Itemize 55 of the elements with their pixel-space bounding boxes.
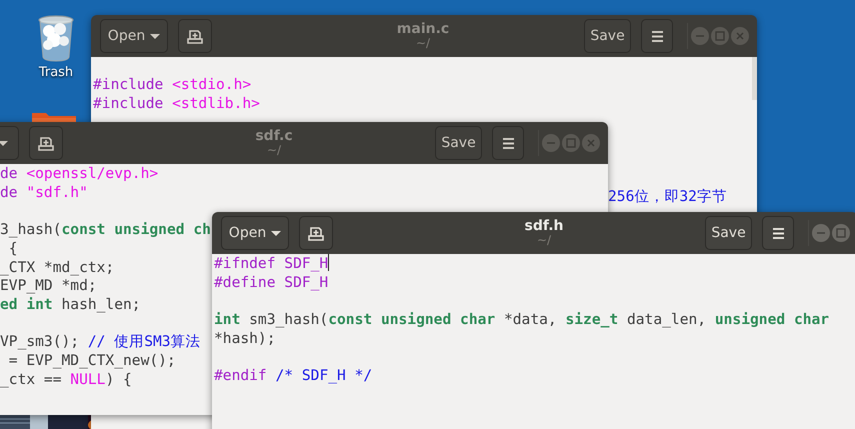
- menu-icon: [652, 30, 662, 42]
- window-title: sdf.h: [524, 218, 564, 234]
- window-subtitle: ~/: [536, 234, 552, 248]
- code-line: 3_hash(const unsigned ch: [0, 221, 211, 240]
- window-subtitle: ~/: [266, 144, 282, 158]
- code-line: #define SDF_H: [214, 274, 328, 292]
- code-line: _ctx == NULL) {: [0, 370, 132, 390]
- code-line: #ifndef SDF_H: [214, 254, 330, 274]
- code-line: = EVP_MD_CTX_new();: [8, 352, 176, 371]
- icon-label: Trash: [38, 65, 74, 80]
- menu-button[interactable]: [492, 126, 524, 160]
- new-document-icon: [187, 28, 203, 44]
- new-tab-button[interactable]: [178, 19, 212, 53]
- minimize-button[interactable]: [691, 27, 709, 45]
- code-line: *hash);: [214, 330, 276, 348]
- close-button[interactable]: [731, 27, 749, 45]
- window-title: sdf.c: [255, 128, 293, 144]
- open-button[interactable]: Open: [221, 216, 289, 250]
- code-line: #include <stdio.h>: [93, 76, 252, 95]
- code-line: #endif /* SDF_H */: [214, 367, 372, 386]
- menu-icon: [772, 228, 784, 238]
- new-tab-button[interactable]: [299, 216, 333, 250]
- save-button[interactable]: Save: [435, 126, 482, 160]
- new-document-icon: [38, 136, 54, 150]
- open-button[interactable]: Open: [100, 19, 168, 53]
- new-document-icon: [308, 226, 324, 240]
- code-line: {: [8, 240, 18, 258]
- menu-button[interactable]: [762, 216, 794, 250]
- code-line: EVP_MD *md;: [0, 277, 97, 296]
- trash-icon[interactable]: [37, 15, 75, 62]
- code-line: _CTX *md_ctx;: [0, 258, 114, 278]
- window-title: main.c: [396, 21, 450, 38]
- caret-icon: [271, 230, 282, 236]
- code-line: 256位，即32字节: [608, 188, 727, 207]
- code-line: int sm3_hash(const unsigned char *data, size_t data_len, unsigned char: [214, 311, 830, 330]
- code-line: ed int hash_len;: [0, 296, 141, 315]
- window-subtitle: ~/: [416, 37, 430, 51]
- minimize-button[interactable]: [542, 134, 560, 152]
- menu-icon: [502, 138, 514, 148]
- save-button[interactable]: Save: [705, 216, 752, 250]
- code-line: de <openssl/evp.h>: [0, 165, 158, 184]
- caret-icon: [0, 140, 8, 146]
- code-line: de "sdf.h": [0, 184, 88, 202]
- code-line: #include <stdlib.h>: [93, 94, 260, 114]
- caret-icon: [150, 34, 160, 38]
- save-button[interactable]: Save: [584, 19, 631, 53]
- code-line: VP_sm3(); // 使用SM3算法: [0, 333, 201, 352]
- new-tab-button[interactable]: [29, 126, 63, 160]
- maximize-button[interactable]: [562, 134, 580, 152]
- minimize-button[interactable]: [812, 224, 830, 242]
- scrollbar: [752, 57, 757, 100]
- close-button[interactable]: [582, 134, 600, 152]
- menu-button[interactable]: [641, 19, 673, 53]
- maximize-button[interactable]: [832, 224, 850, 242]
- maximize-button[interactable]: [711, 27, 729, 45]
